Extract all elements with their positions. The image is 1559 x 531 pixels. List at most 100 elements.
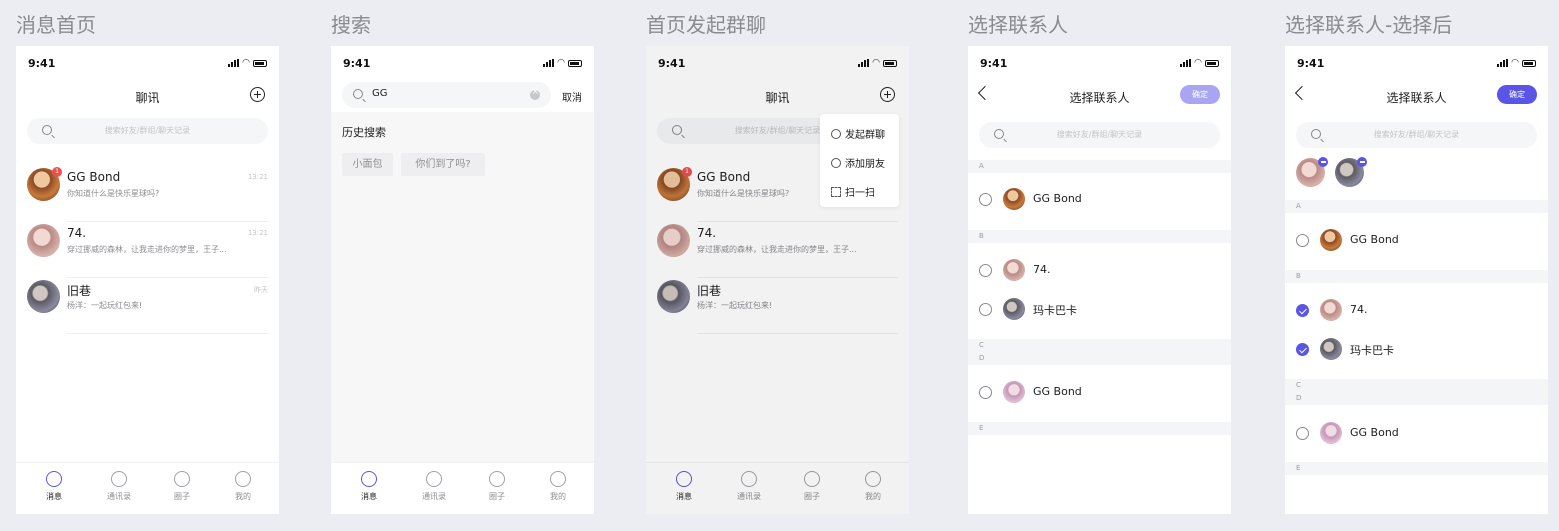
- tab-label: 我的: [550, 492, 566, 501]
- search-input[interactable]: 搜索好友/群组/聊天记录: [1296, 122, 1537, 148]
- chat-list: 1 GG Bond 你知道什么是快乐星球吗? 13:21 74. 穿过挪威的森林…: [16, 166, 279, 334]
- avatar: [1320, 338, 1342, 360]
- search-placeholder: 搜索好友/群组/聊天记录: [1373, 130, 1460, 139]
- radio-button-checked[interactable]: [1296, 304, 1309, 317]
- status-time: 9:41: [980, 57, 1008, 70]
- chat-time: 13:21: [247, 173, 268, 181]
- avatar: [27, 280, 60, 313]
- remove-icon[interactable]: [1357, 157, 1367, 167]
- clear-icon[interactable]: [530, 87, 540, 100]
- radio-button[interactable]: [1296, 427, 1309, 440]
- contact-row[interactable]: GG Bond: [1285, 226, 1548, 256]
- contact-row[interactable]: GG Bond: [968, 378, 1231, 408]
- phone-frame: 9:41 ◠ 选择联系人 确定 搜索好友/群组/聊天记录 A GG Bond B…: [1285, 46, 1548, 514]
- menu-item-scan[interactable]: 扫一扫: [831, 184, 875, 200]
- radio-button[interactable]: [979, 303, 992, 316]
- tab-me[interactable]: 我的: [223, 471, 263, 502]
- avatar: [1003, 188, 1025, 210]
- contact-row[interactable]: 74.: [968, 256, 1231, 286]
- contact-name: GG Bond: [1033, 385, 1082, 398]
- radio-button[interactable]: [979, 264, 992, 277]
- selected-avatar[interactable]: [1296, 157, 1328, 187]
- confirm-button[interactable]: 确定: [1497, 85, 1537, 104]
- tab-contacts[interactable]: 通讯录: [414, 471, 454, 502]
- board-title: 选择联系人-选择后: [1285, 13, 1453, 37]
- menu-item-add-friend[interactable]: 添加朋友: [831, 155, 885, 171]
- nav-bar: 聊讯: [16, 82, 279, 112]
- chat-name: 74.: [67, 226, 87, 240]
- section-header-e: E: [968, 422, 1231, 435]
- divider: [67, 333, 268, 334]
- search-placeholder: 搜索好友/群组/聊天记录: [1056, 130, 1143, 139]
- tab-circle[interactable]: 圈子: [477, 471, 517, 502]
- contact-row[interactable]: GG Bond: [968, 185, 1231, 215]
- page-title: 聊讯: [135, 91, 160, 105]
- menu-item-group-chat[interactable]: 发起群聊: [831, 126, 885, 142]
- chat-item[interactable]: 1 GG Bond 你知道什么是快乐星球吗? 13:21: [16, 166, 279, 222]
- circle-icon: [489, 471, 505, 487]
- signal-icon: [1497, 59, 1509, 67]
- scan-icon: [831, 187, 841, 197]
- radio-button[interactable]: [979, 386, 992, 399]
- tab-label: 圈子: [489, 492, 505, 501]
- contact-row[interactable]: 74.: [1285, 296, 1548, 326]
- wifi-icon: ◠: [1511, 58, 1519, 68]
- section-header-c: C: [1285, 379, 1548, 392]
- chat-time: 昨天: [254, 286, 268, 294]
- tab-contacts[interactable]: 通讯录: [99, 471, 139, 502]
- contact-name: 74.: [1033, 263, 1051, 276]
- search-input[interactable]: GG: [342, 82, 551, 108]
- radio-button[interactable]: [1296, 234, 1309, 247]
- chat-item[interactable]: 旧巷 杨洋：一起玩红包来! 昨天: [16, 278, 279, 334]
- add-icon[interactable]: [250, 87, 265, 102]
- radio-button[interactable]: [979, 193, 992, 206]
- wifi-icon: ◠: [557, 58, 565, 68]
- tab-messages[interactable]: 消息: [349, 471, 389, 502]
- contact-row[interactable]: GG Bond: [1285, 419, 1548, 449]
- face-icon: [550, 471, 566, 487]
- chat-preview: 杨洋：一起玩红包来!: [67, 301, 143, 310]
- tab-label: 通讯录: [422, 492, 446, 501]
- avatar: [1003, 298, 1025, 320]
- phone-frame: 9:41 ◠ 聊讯 搜索好友/群组/聊天记录 1 GG Bond 你知道什么是快…: [646, 46, 909, 514]
- remove-icon[interactable]: [1318, 157, 1328, 167]
- menu-label: 发起群聊: [845, 130, 885, 141]
- tab-label: 消息: [46, 492, 62, 501]
- contact-name: GG Bond: [1350, 233, 1399, 246]
- confirm-button[interactable]: 确定: [1180, 85, 1220, 104]
- tab-circle[interactable]: 圈子: [162, 471, 202, 502]
- status-bar: 9:41 ◠: [331, 46, 594, 82]
- tab-label: 圈子: [174, 492, 190, 501]
- chat-item[interactable]: 74. 穿过挪威的森林，让我走进你的梦里，王子... 13:21: [16, 222, 279, 278]
- nav-bar: 选择联系人 确定: [1285, 82, 1548, 112]
- avatar: [27, 224, 60, 257]
- selected-avatar[interactable]: [1335, 157, 1367, 187]
- radio-button-checked[interactable]: [1296, 343, 1309, 356]
- contact-row[interactable]: 玛卡巴卡: [1285, 335, 1548, 365]
- contacts-icon: [426, 471, 442, 487]
- cancel-button[interactable]: 取消: [562, 89, 582, 104]
- contact-name: 玛卡巴卡: [1033, 304, 1077, 317]
- search-input[interactable]: 搜索好友/群组/聊天记录: [27, 118, 268, 144]
- message-icon: [46, 471, 62, 487]
- nav-bar: 选择联系人 确定: [968, 82, 1231, 112]
- contact-row[interactable]: 玛卡巴卡: [968, 295, 1231, 325]
- unread-badge: 1: [52, 167, 62, 177]
- avatar: [1320, 299, 1342, 321]
- section-header-c: C: [968, 339, 1231, 352]
- battery-icon: [253, 59, 267, 67]
- status-time: 9:41: [28, 57, 56, 70]
- history-tag[interactable]: 你们到了吗?: [401, 153, 485, 176]
- history-tag[interactable]: 小面包: [342, 153, 393, 176]
- tab-label: 我的: [235, 492, 251, 501]
- tab-me[interactable]: 我的: [538, 471, 578, 502]
- section-header-a: A: [968, 160, 1231, 173]
- section-header-b: B: [1285, 270, 1548, 283]
- face-icon: [235, 471, 251, 487]
- search-input[interactable]: 搜索好友/群组/聊天记录: [979, 122, 1220, 148]
- tab-bar: 消息 通讯录 圈子 我的: [331, 462, 594, 514]
- selected-contacts: [1296, 157, 1367, 187]
- search-icon: [353, 89, 363, 99]
- section-header-d: D: [968, 352, 1231, 365]
- tab-messages[interactable]: 消息: [34, 471, 74, 502]
